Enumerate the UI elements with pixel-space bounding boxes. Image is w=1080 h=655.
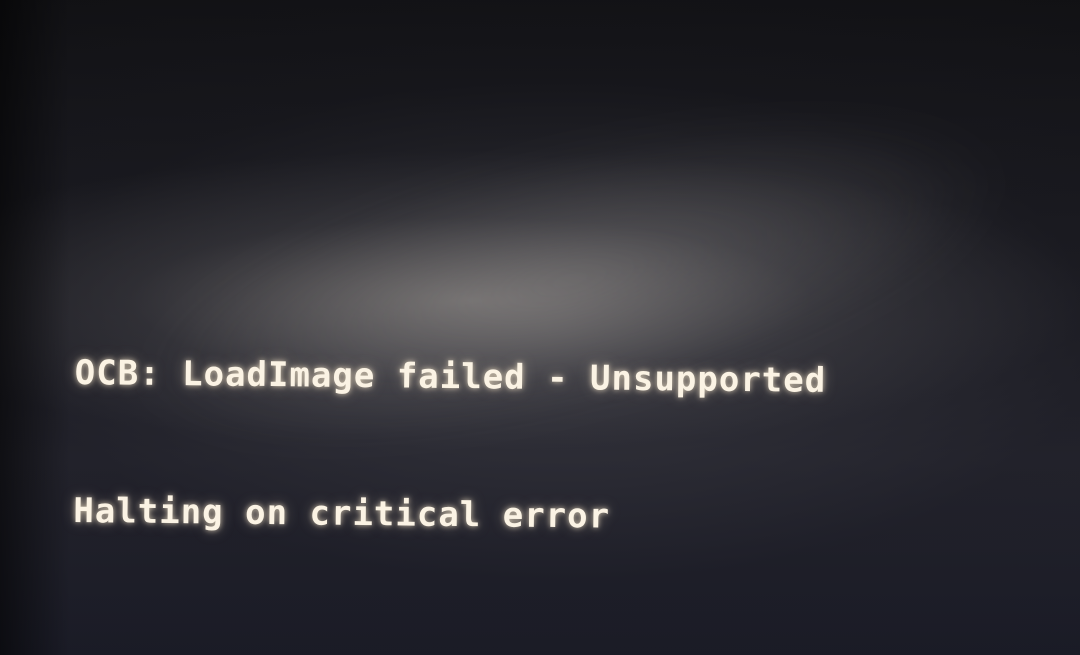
error-message-line: OCB: LoadImage failed - Unsupported — [74, 352, 827, 401]
boot-error-console: OCB: LoadImage failed - Unsupported Halt… — [72, 258, 827, 634]
screen-edge-shadow — [0, 0, 70, 655]
boot-screen: OCB: LoadImage failed - Unsupported Halt… — [0, 0, 1080, 655]
halt-message-line: Halting on critical error — [73, 490, 611, 537]
